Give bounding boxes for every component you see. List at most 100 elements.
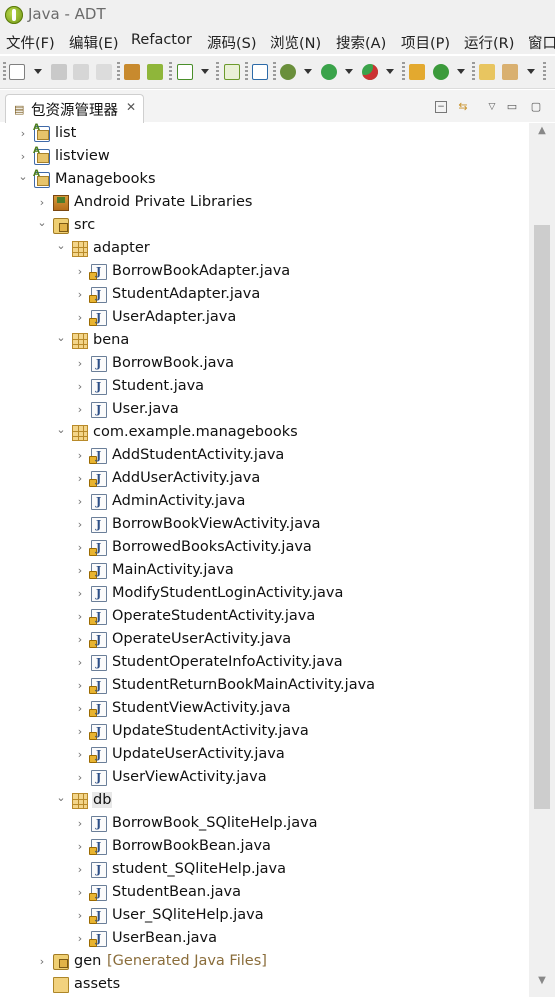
toolbar-grip[interactable] [169, 62, 172, 82]
tree-item[interactable]: › list [0, 123, 540, 146]
minimize-icon[interactable]: ▭ [506, 101, 518, 113]
chevron-right-icon[interactable]: › [74, 887, 86, 899]
menu-run[interactable]: 运行(R) [464, 32, 514, 53]
chevron-right-icon[interactable]: › [36, 956, 48, 968]
tree-item[interactable]: › BorrowBookBean.java [0, 836, 540, 859]
toolbar-grip[interactable] [472, 62, 475, 82]
chevron-right-icon[interactable]: › [74, 841, 86, 853]
tree-item[interactable]: › StudentOperateInfoActivity.java [0, 652, 540, 675]
chevron-right-icon[interactable]: › [74, 519, 86, 531]
chevron-right-icon[interactable]: › [74, 381, 86, 393]
tree-item[interactable]: ⌄ Managebooks [0, 169, 540, 192]
tree-item[interactable]: › BorrowBook_SQliteHelp.java [0, 813, 540, 836]
run-icon[interactable] [321, 64, 337, 80]
tree-item[interactable]: ⌄ db [0, 790, 540, 813]
task-dropdown-icon[interactable] [201, 69, 209, 74]
tree-item[interactable]: › StudentAdapter.java [0, 284, 540, 307]
chevron-right-icon[interactable]: › [74, 703, 86, 715]
chevron-right-icon[interactable]: › [74, 473, 86, 485]
debug-icon[interactable] [280, 64, 296, 80]
toolbar-grip[interactable] [543, 62, 546, 82]
chevron-right-icon[interactable]: › [74, 680, 86, 692]
tree-item[interactable]: › MainActivity.java [0, 560, 540, 583]
tree-item[interactable]: › AddUserActivity.java [0, 468, 540, 491]
new-class-icon[interactable] [433, 64, 449, 80]
chevron-right-icon[interactable]: › [74, 864, 86, 876]
view-menu-icon[interactable]: ▽ [486, 101, 498, 113]
toolbar-grip[interactable] [117, 62, 120, 82]
toolbar-grip[interactable] [402, 62, 405, 82]
chevron-right-icon[interactable]: › [74, 289, 86, 301]
tree-item[interactable]: › UserAdapter.java [0, 307, 540, 330]
tree-item[interactable]: › Student.java [0, 376, 540, 399]
new-icon[interactable] [9, 64, 25, 80]
chevron-right-icon[interactable]: › [74, 726, 86, 738]
toolbar-grip[interactable] [216, 62, 219, 82]
open-type-icon[interactable] [479, 64, 495, 80]
tree-item[interactable]: › StudentReturnBookMainActivity.java [0, 675, 540, 698]
tab-package-explorer[interactable]: ▤ 包资源管理器 ✕ [5, 94, 144, 123]
scroll-up-icon[interactable]: ▲ [529, 125, 555, 139]
chevron-right-icon[interactable]: › [36, 197, 48, 209]
chevron-right-icon[interactable]: › [74, 565, 86, 577]
scrollbar-thumb[interactable] [534, 225, 550, 809]
checkbox-task-icon[interactable] [177, 64, 193, 80]
vertical-scrollbar[interactable]: ▲ ▼ [529, 123, 555, 997]
chevron-right-icon[interactable]: › [74, 818, 86, 830]
avd-manager-icon[interactable] [147, 64, 163, 80]
close-icon[interactable]: ✕ [126, 100, 136, 114]
tree-item[interactable]: › BorrowBook.java [0, 353, 540, 376]
tree-item[interactable]: ⌄ src [0, 215, 540, 238]
menu-navigate[interactable]: 浏览(N) [270, 32, 321, 53]
save-icon[interactable] [51, 64, 67, 80]
tree-item[interactable]: ⌄ com.example.managebooks [0, 422, 540, 445]
tree-item[interactable]: › OperateStudentActivity.java [0, 606, 540, 629]
tree-item[interactable]: ⌄ bena [0, 330, 540, 353]
chevron-down-icon[interactable]: ⌄ [55, 240, 67, 252]
chevron-right-icon[interactable]: › [74, 266, 86, 278]
tree-item[interactable]: › AdminActivity.java [0, 491, 540, 514]
chevron-right-icon[interactable]: › [74, 657, 86, 669]
menu-refactor[interactable]: Refactor [131, 32, 192, 48]
toolbar-grip[interactable] [273, 62, 276, 82]
tree-item[interactable]: ⌄ adapter [0, 238, 540, 261]
chevron-right-icon[interactable]: › [74, 404, 86, 416]
chevron-right-icon[interactable]: › [17, 128, 29, 140]
new-android-project-icon[interactable] [224, 64, 240, 80]
tree-item[interactable]: › User.java [0, 399, 540, 422]
tree-item[interactable]: › AddStudentActivity.java [0, 445, 540, 468]
save-all-icon[interactable] [73, 64, 89, 80]
tree-item[interactable]: › UserViewActivity.java [0, 767, 540, 790]
menu-search[interactable]: 搜索(A) [336, 32, 386, 53]
new-dropdown-icon[interactable] [34, 69, 42, 74]
maximize-icon[interactable]: ▢ [530, 101, 542, 113]
link-with-editor-icon[interactable]: ⇆ [457, 101, 469, 113]
external-tools-icon[interactable] [362, 64, 378, 80]
chevron-down-icon[interactable]: ⌄ [55, 424, 67, 436]
sdk-manager-icon[interactable] [124, 64, 140, 80]
new-package-icon[interactable] [409, 64, 425, 80]
menu-window[interactable]: 窗口 [528, 32, 555, 53]
tree-item[interactable]: › BorrowBookViewActivity.java [0, 514, 540, 537]
tree-item[interactable]: › OperateUserActivity.java [0, 629, 540, 652]
chevron-right-icon[interactable]: › [74, 312, 86, 324]
run-dropdown-icon[interactable] [345, 69, 353, 74]
menu-source[interactable]: 源码(S) [207, 32, 257, 53]
chevron-right-icon[interactable]: › [74, 450, 86, 462]
chevron-down-icon[interactable]: ⌄ [55, 792, 67, 804]
external-tools-dropdown-icon[interactable] [386, 69, 394, 74]
chevron-right-icon[interactable]: › [74, 611, 86, 623]
package-explorer-tree[interactable]: › list › listview ⌄ Managebooks › Android Priva… [0, 123, 555, 997]
tree-item[interactable]: › UserBean.java [0, 928, 540, 951]
chevron-right-icon[interactable]: › [17, 151, 29, 163]
tree-item[interactable]: › UpdateStudentActivity.java [0, 721, 540, 744]
chevron-right-icon[interactable]: › [74, 496, 86, 508]
toolbar-grip[interactable] [3, 62, 6, 82]
chevron-right-icon[interactable]: › [74, 772, 86, 784]
print-icon[interactable] [96, 64, 112, 80]
collapse-all-icon[interactable]: − [435, 101, 447, 113]
tree-item[interactable]: › listview [0, 146, 540, 169]
chevron-right-icon[interactable]: › [74, 542, 86, 554]
tree-item[interactable]: › student_SQliteHelp.java [0, 859, 540, 882]
chevron-right-icon[interactable]: › [74, 588, 86, 600]
